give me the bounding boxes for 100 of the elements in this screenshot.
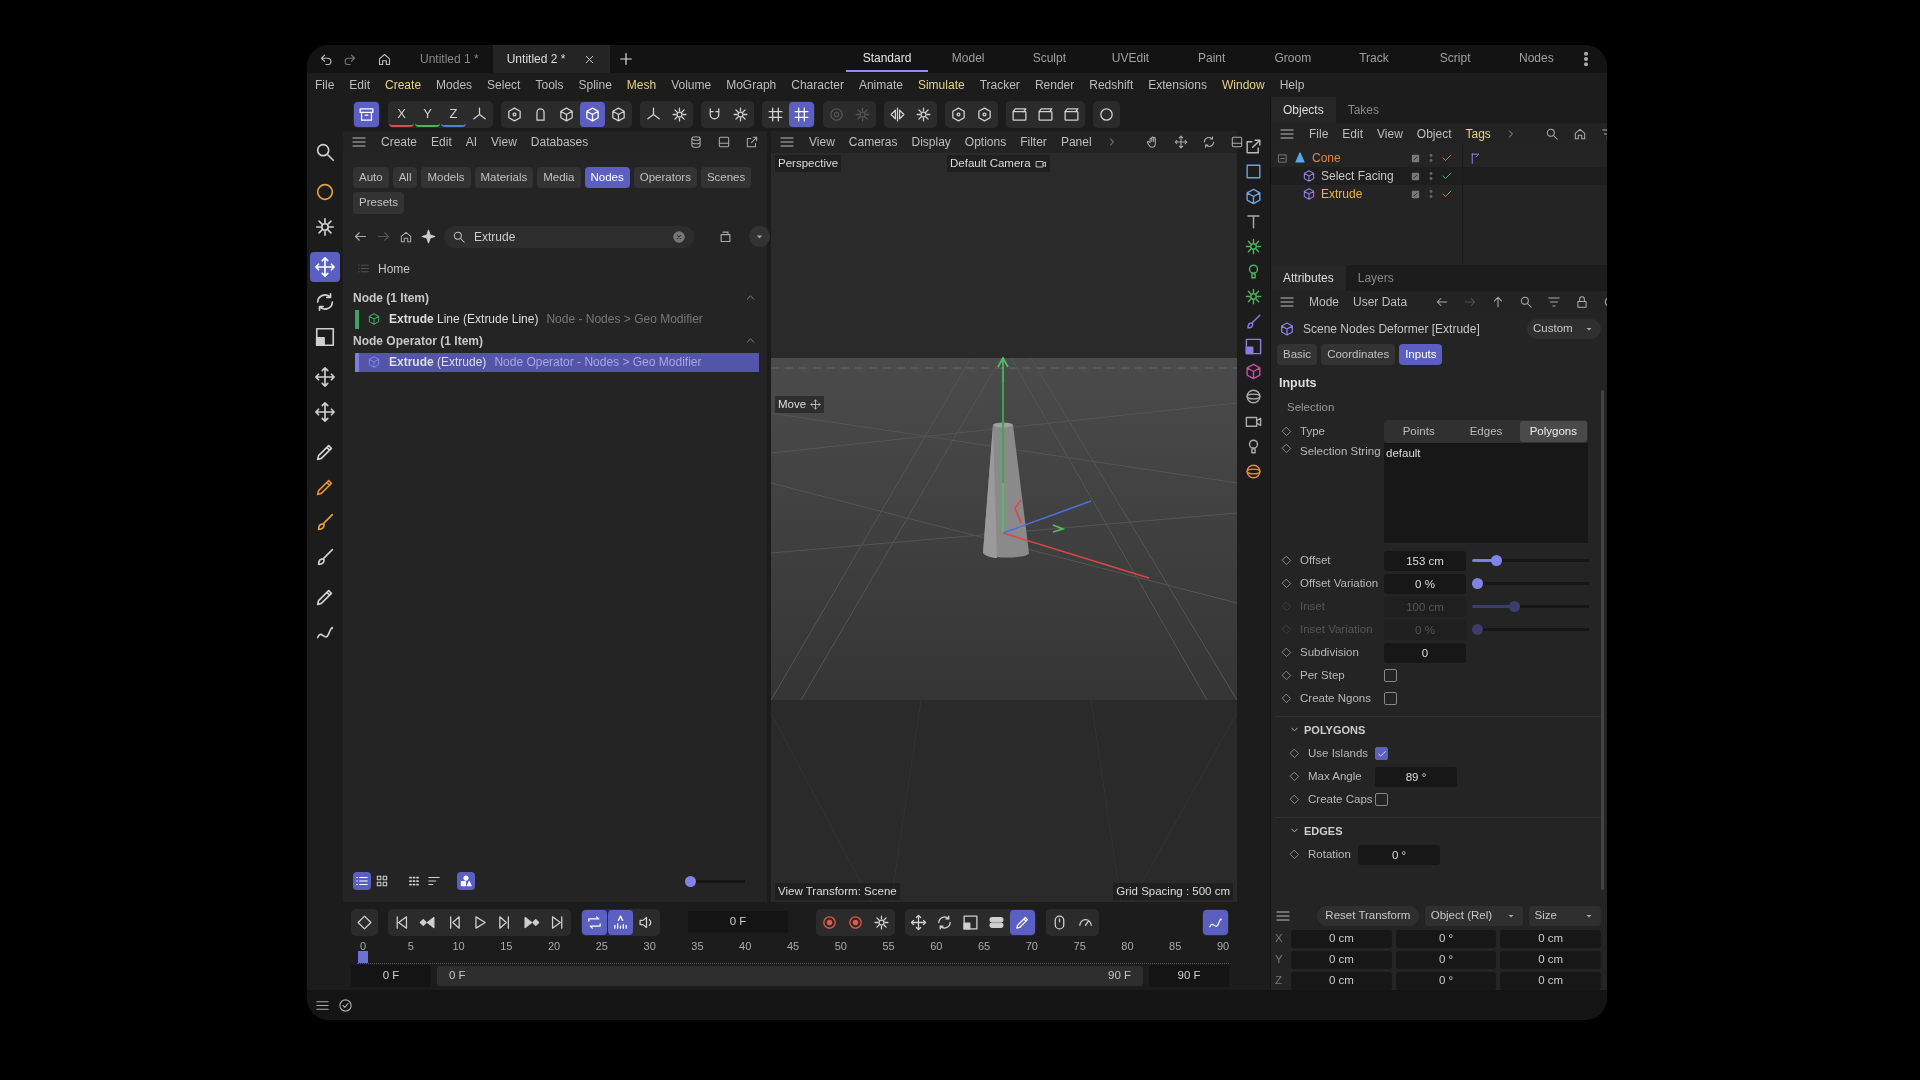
menu-item[interactable]: Window <box>1221 76 1265 94</box>
result-item[interactable]: Extrude (Extrude) Node Operator - Nodes > Geo Modifier <box>355 352 759 372</box>
filter-chip[interactable]: Models <box>421 167 471 189</box>
value-field[interactable]: 0 % <box>1384 573 1466 594</box>
menu-item[interactable]: Databases <box>530 133 589 151</box>
layout-tab[interactable]: Sculpt <box>1008 46 1090 72</box>
page-tab[interactable]: Basic <box>1277 344 1318 366</box>
layout-tab[interactable]: Nodes <box>1495 46 1577 72</box>
layout-tab[interactable]: Model <box>927 46 1009 72</box>
filter-chip[interactable]: All <box>392 167 418 189</box>
document-tab[interactable]: Untitled 2 * <box>492 45 611 73</box>
camera-label[interactable]: Default Camera <box>947 155 1050 173</box>
menu-item[interactable]: File <box>1309 125 1329 143</box>
segment-option[interactable]: Polygons <box>1519 421 1587 443</box>
value-field[interactable]: 0 cm <box>1500 972 1601 990</box>
panel-tab[interactable]: Takes <box>1335 97 1392 123</box>
menu-item[interactable]: User Data <box>1353 293 1408 311</box>
menu-item[interactable]: Create <box>381 133 418 151</box>
value-field[interactable]: 0 <box>1384 642 1466 663</box>
menu-item[interactable]: AI <box>465 133 478 151</box>
filter-chip[interactable]: Materials <box>474 167 534 189</box>
layout-tab[interactable]: UVEdit <box>1089 46 1172 72</box>
menu-item[interactable]: Options <box>964 133 1007 151</box>
menu-item[interactable]: File <box>315 76 335 94</box>
menu-item[interactable]: Modes <box>436 76 473 94</box>
value-field[interactable]: 0 ° <box>1395 930 1497 948</box>
breadcrumb-item[interactable]: Home <box>378 259 410 278</box>
search-field[interactable]: Extrude <box>444 225 694 248</box>
filter-chip[interactable]: Media <box>537 167 581 189</box>
filter-chip[interactable]: Operators <box>633 167 697 189</box>
menu-item[interactable]: Redshift <box>1089 76 1134 94</box>
panel-tab[interactable]: Layers <box>1345 265 1406 291</box>
size-dropdown[interactable]: Size <box>1528 905 1601 926</box>
menu-item[interactable]: Mode <box>1309 293 1340 311</box>
menu-item[interactable]: Simulate <box>917 76 965 94</box>
filter-chip[interactable]: Nodes <box>584 167 630 189</box>
menu-item[interactable]: View <box>491 133 517 151</box>
mode-dropdown[interactable]: Object (Rel) <box>1424 905 1523 926</box>
menu-item[interactable]: Edit <box>349 76 371 94</box>
frame-field[interactable]: 0 F <box>688 911 788 933</box>
menu-item[interactable]: Tracker <box>979 76 1020 94</box>
document-tab[interactable]: Untitled 1 * <box>406 45 493 73</box>
layout-tab[interactable]: Track <box>1333 46 1415 72</box>
menu-item[interactable]: Tags <box>1465 125 1491 143</box>
segmented-control[interactable]: Points Edges Polygons <box>1384 420 1588 444</box>
text-area[interactable]: default <box>1384 443 1588 544</box>
value-field[interactable]: 0 cm <box>1500 951 1601 969</box>
value-field[interactable]: 0 cm <box>1500 930 1601 948</box>
menu-item[interactable]: Object <box>1416 125 1452 143</box>
menu-item[interactable]: Edit <box>1342 125 1364 143</box>
filter-chip[interactable]: Scenes <box>700 167 752 189</box>
value-field[interactable]: 0 ° <box>1358 844 1440 865</box>
preset-dropdown[interactable]: Custom <box>1527 319 1601 339</box>
menu-item[interactable]: Select <box>487 76 521 94</box>
menu-item[interactable]: Help <box>1279 76 1305 94</box>
value-field[interactable]: 153 cm <box>1384 550 1466 571</box>
filter-chip[interactable]: Presets <box>353 192 404 214</box>
search-input[interactable]: Extrude <box>472 226 660 247</box>
result-item[interactable]: Extrude Line (Extrude Line) Node - Nodes > Geo Modifier <box>355 309 759 329</box>
layout-tab[interactable]: Paint <box>1171 46 1253 72</box>
menu-item[interactable]: View <box>809 133 835 151</box>
segment-option[interactable]: Points <box>1385 421 1453 443</box>
menu-item[interactable]: Display <box>911 133 951 151</box>
menu-item[interactable]: Panel <box>1060 133 1092 151</box>
panel-tab[interactable]: Attributes <box>1271 265 1346 291</box>
axis-toggle[interactable]: Y <box>415 101 440 127</box>
menu-item[interactable]: Extensions <box>1148 76 1207 94</box>
segment-option[interactable]: Edges <box>1452 421 1520 443</box>
object-row[interactable]: Select Facing <box>1271 167 1462 185</box>
object-row[interactable]: Extrude <box>1271 185 1462 203</box>
object-row[interactable]: Cone <box>1271 149 1462 167</box>
panel-tab[interactable]: Objects <box>1271 97 1336 123</box>
menu-item[interactable]: Filter <box>1020 133 1047 151</box>
value-field[interactable]: 0 cm <box>1291 951 1392 969</box>
axis-toggle[interactable]: X <box>389 101 414 127</box>
menu-item[interactable]: View <box>1377 125 1403 143</box>
value-field[interactable]: 0 ° <box>1395 951 1497 969</box>
value-field[interactable]: 0 cm <box>1291 930 1392 948</box>
range-bar[interactable]: 0 F 90 F <box>437 966 1143 986</box>
reset-button[interactable]: Reset Transform <box>1317 905 1419 926</box>
menu-item[interactable]: Edit <box>431 133 452 151</box>
value-field[interactable]: 0 ° <box>1395 972 1497 990</box>
menu-item[interactable]: Spline <box>578 76 612 94</box>
layout-tab[interactable]: Groom <box>1252 46 1334 72</box>
page-tab[interactable]: Inputs <box>1399 344 1443 366</box>
value-field[interactable]: 89 ° <box>1375 766 1457 787</box>
menu-item[interactable]: MoGraph <box>726 76 777 94</box>
value-field[interactable]: 0 cm <box>1291 972 1392 990</box>
menu-item[interactable]: Character <box>791 76 844 94</box>
menu-item[interactable]: Tools <box>535 76 564 94</box>
start-frame-field[interactable]: 0 F <box>351 965 431 987</box>
menu-item[interactable]: Mesh <box>626 76 657 94</box>
layout-tab[interactable]: Script <box>1414 46 1496 72</box>
filter-chip[interactable]: Auto <box>353 167 389 189</box>
timeline-ruler[interactable]: 0 5 10 15 20 25 30 35 40 45 50 55 60 65 70 75 80 85 90 <box>357 938 1229 964</box>
menu-item[interactable]: Render <box>1034 76 1075 94</box>
menu-item[interactable]: Cameras <box>848 133 898 151</box>
page-tab[interactable]: Coordinates <box>1321 344 1396 366</box>
end-frame-field[interactable]: 90 F <box>1149 965 1229 987</box>
menu-item[interactable]: Animate <box>858 76 903 94</box>
